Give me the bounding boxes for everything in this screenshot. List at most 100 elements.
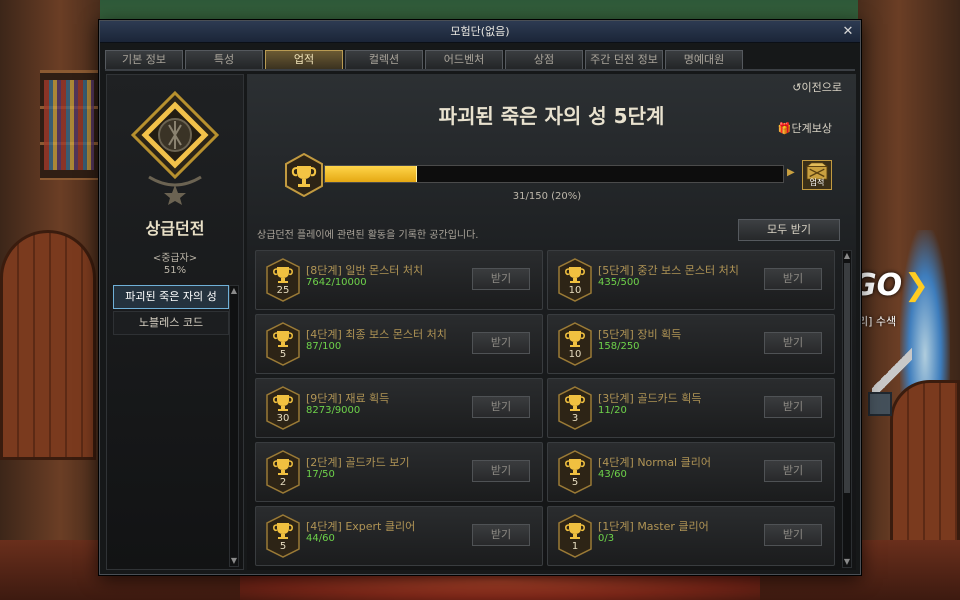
achievement-card: 25 [8단계] 일반 몬스터 처치 7642/10000 받기 [255, 250, 543, 310]
achievement-title: [5단계] 장비 획득 [598, 328, 682, 341]
achievement-title: [4단계] 최종 보스 몬스터 처치 [306, 328, 447, 341]
achievement-level: 2 [279, 477, 287, 488]
achievement-title: [2단계] 골드카드 보기 [306, 456, 410, 469]
scroll-down-icon[interactable]: ▼ [843, 557, 851, 567]
achievement-title: [1단계] Master 클리어 [598, 520, 709, 533]
tab-2[interactable]: 업적 [265, 50, 343, 69]
achievement-progress: 158/250 [598, 341, 640, 352]
achievement-progress: 8273/9000 [306, 405, 361, 416]
achievement-progress: 7642/10000 [306, 277, 367, 288]
achievement-title: [4단계] Expert 클리어 [306, 520, 416, 533]
dungeon-item-castle[interactable]: 파괴된 죽은 자의 성 [113, 285, 229, 309]
achievement-card: 10 [5단계] 장비 획득 158/250 받기 [547, 314, 835, 374]
close-icon[interactable]: ✕ [840, 24, 856, 40]
achievement-card: 5 [4단계] 최종 보스 몬스터 처치 87/100 받기 [255, 314, 543, 374]
achievement-progress: 435/500 [598, 277, 640, 288]
tab-3[interactable]: 컬렉션 [345, 50, 423, 69]
reward-box-label: 업적 [809, 178, 825, 187]
chest-icon [868, 392, 892, 416]
scroll-thumb[interactable] [844, 263, 850, 493]
achievement-level: 5 [279, 349, 287, 360]
achievement-scrollbar[interactable]: ▲ ▼ [842, 250, 852, 568]
event-arrow-icon[interactable]: ❯ [904, 268, 929, 303]
stage-reward-label: 🎁단계보상 [777, 122, 832, 135]
achievement-title: [5단계] 중간 보스 몬스터 처치 [598, 264, 739, 277]
claim-button[interactable]: 받기 [764, 332, 822, 354]
achievement-card: 1 [1단계] Master 클리어 0/3 받기 [547, 506, 835, 566]
stage-reward-box[interactable]: 업적 [802, 160, 832, 190]
sidebar-rank: <중급자> [152, 253, 198, 264]
sidebar-title: 상급던전 [145, 219, 205, 238]
achievement-title: [4단계] Normal 클리어 [598, 456, 711, 469]
achievement-level: 30 [276, 413, 290, 424]
left-door [0, 230, 96, 460]
achievement-level: 5 [279, 541, 287, 552]
claim-button[interactable]: 받기 [472, 332, 530, 354]
event-sub-label: 리] 수색 [858, 315, 897, 328]
achievement-progress: 17/50 [306, 469, 335, 480]
stage-progress-bar [324, 165, 784, 183]
achievement-title: [3단계] 골드카드 획득 [598, 392, 702, 405]
stage-title: 파괴된 죽은 자의 성 5단계 [438, 104, 665, 128]
achievement-card: 2 [2단계] 골드카드 보기 17/50 받기 [255, 442, 543, 502]
achievement-card: 30 [9단계] 재료 획득 8273/9000 받기 [255, 378, 543, 438]
achievement-level: 1 [571, 541, 579, 552]
achievement-progress: 43/60 [598, 469, 627, 480]
claim-button[interactable]: 받기 [764, 460, 822, 482]
tab-0[interactable]: 기본 정보 [105, 50, 183, 69]
sidebar-percent: 51% [163, 265, 187, 276]
achievement-title: [8단계] 일반 몬스터 처치 [306, 264, 424, 277]
achievement-progress: 0/3 [598, 533, 615, 544]
rank-emblem-icon [130, 90, 220, 205]
stage-progress-fill [325, 166, 417, 182]
window-titlebar[interactable]: 모험단(없음) ✕ [100, 21, 860, 43]
achievement-progress: 87/100 [306, 341, 342, 352]
dungeon-item-noblesse[interactable]: 노블레스 코드 [113, 311, 229, 335]
dungeon-sidebar: 상급던전 <중급자> 51% 파괴된 죽은 자의 성 노블레스 코드 ▲ ▼ [106, 74, 244, 570]
tab-bar: 기본 정보 특성 업적 컬렉션 어드벤처 상점 주간 던전 정보 명예대원 [105, 50, 743, 69]
achievement-progress: 44/60 [306, 533, 335, 544]
achievement-card: 5 [4단계] Normal 클리어 43/60 받기 [547, 442, 835, 502]
tab-4[interactable]: 어드벤처 [425, 50, 503, 69]
back-button[interactable]: ↺이전으로 [792, 79, 842, 95]
achievement-level: 10 [568, 349, 582, 360]
scroll-up-icon[interactable]: ▲ [230, 286, 238, 296]
tab-1[interactable]: 특성 [185, 50, 263, 69]
claim-button[interactable]: 받기 [472, 396, 530, 418]
tab-7[interactable]: 명예대원 [665, 50, 743, 69]
achievement-card: 3 [3단계] 골드카드 획득 11/20 받기 [547, 378, 835, 438]
tab-5[interactable]: 상점 [505, 50, 583, 69]
sidebar-scrollbar[interactable]: ▲ ▼ [229, 285, 239, 567]
achievement-grid: 25 [8단계] 일반 몬스터 처치 7642/10000 받기 10 [5단계] 중간 … [255, 250, 837, 568]
claim-button[interactable]: 받기 [764, 524, 822, 546]
achievement-card: 10 [5단계] 중간 보스 몬스터 처치 435/500 받기 [547, 250, 835, 310]
claim-button[interactable]: 받기 [472, 524, 530, 546]
progress-arrow-icon: ▶ [787, 167, 795, 178]
scroll-down-icon[interactable]: ▼ [230, 556, 238, 566]
achievement-title: [9단계] 재료 획득 [306, 392, 390, 405]
back-arrow-icon: ↺ [792, 81, 802, 94]
claim-button[interactable]: 받기 [764, 396, 822, 418]
achievement-level: 5 [571, 477, 579, 488]
window-title: 모험단(없음) [450, 25, 510, 38]
achievement-level: 10 [568, 285, 582, 296]
adventure-window: 모험단(없음) ✕ 기본 정보 특성 업적 컬렉션 어드벤처 상점 주간 던전 정보 명예대원… [99, 20, 861, 575]
achievement-panel: ↺이전으로 파괴된 죽은 자의 성 5단계 🎁단계보상 ▶ 업적 31/150 … [247, 74, 856, 570]
claim-button[interactable]: 받기 [472, 268, 530, 290]
tab-6[interactable]: 주간 던전 정보 [585, 50, 663, 69]
scroll-up-icon[interactable]: ▲ [843, 251, 851, 261]
claim-all-button[interactable]: 모두 받기 [738, 219, 840, 241]
back-label: 이전으로 [801, 81, 842, 94]
stage-progress-text: 31/150 (20%) [512, 191, 582, 202]
achievement-card: 5 [4단계] Expert 클리어 44/60 받기 [255, 506, 543, 566]
dungeon-list: 파괴된 죽은 자의 성 노블레스 코드 [113, 285, 229, 337]
claim-button[interactable]: 받기 [764, 268, 822, 290]
achievement-progress: 11/20 [598, 405, 627, 416]
claim-button[interactable]: 받기 [472, 460, 530, 482]
achievement-level: 25 [276, 285, 290, 296]
tab-underline [105, 69, 855, 71]
gift-icon: 🎁 [777, 122, 792, 135]
achievement-level: 3 [571, 413, 579, 424]
books [44, 80, 94, 170]
panel-description: 상급던전 플레이에 관련된 활동을 기록한 공간입니다. [257, 230, 479, 241]
